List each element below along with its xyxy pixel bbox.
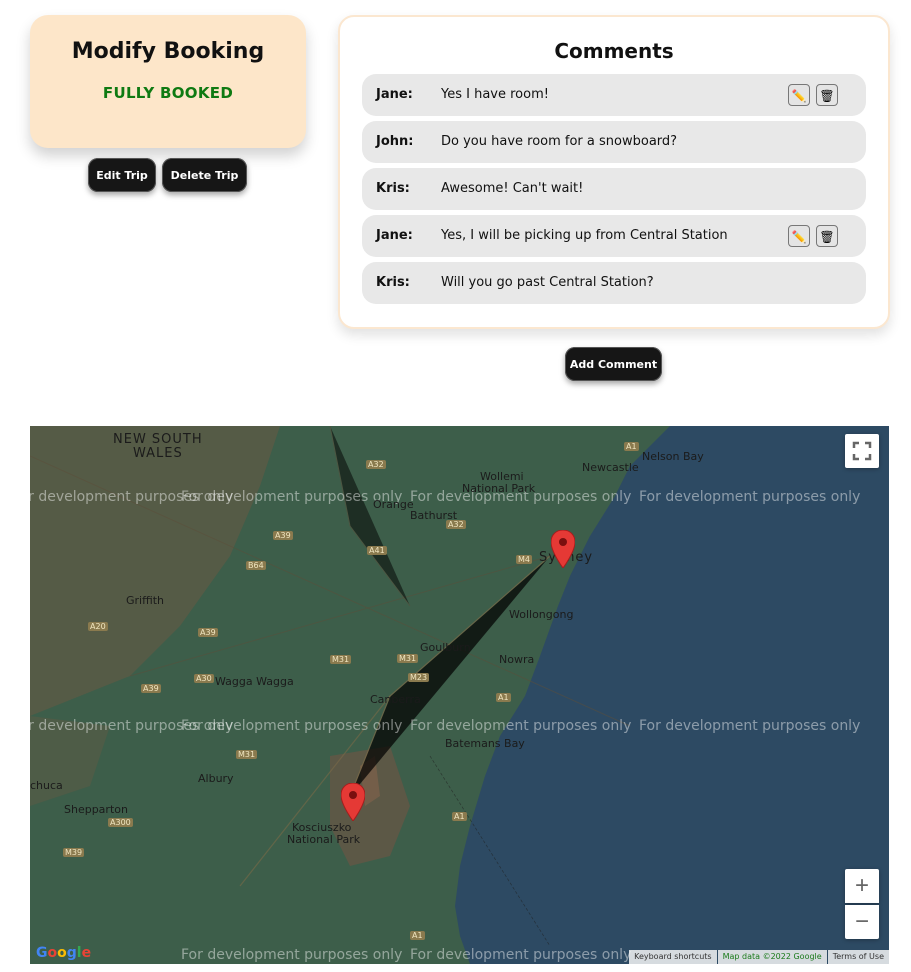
map-label: chuca (30, 779, 63, 792)
fullscreen-icon[interactable] (845, 434, 879, 468)
road-badge: A32 (366, 460, 386, 469)
trash-icon[interactable]: 🗑 (816, 225, 838, 247)
terms-of-use-link[interactable]: Terms of Use (827, 950, 889, 964)
keyboard-shortcuts-link[interactable]: Keyboard shortcuts (629, 950, 717, 964)
booking-title: Modify Booking (71, 39, 265, 64)
comment-text: Yes, I will be picking up from Central S… (441, 228, 728, 243)
map-label: Wollongong (509, 608, 574, 621)
road-badge: A39 (198, 628, 218, 637)
map-data-attribution: Map data ©2022 Google (717, 950, 827, 964)
comment-item: Jane: Yes I have room! ✏️ 🗑 (362, 74, 866, 116)
booking-card: Modify Booking FULLY BOOKED (30, 15, 306, 148)
add-comment-button[interactable]: Add Comment (565, 347, 662, 381)
comment-author: Kris: (376, 275, 410, 290)
comment-author: Jane: (376, 228, 413, 243)
road-badge: A41 (367, 546, 387, 555)
map-watermark: For development purposes only (181, 947, 403, 963)
trash-icon[interactable]: 🗑 (816, 84, 838, 106)
map-label: Nelson Bay (642, 450, 704, 463)
map-watermark: For development purposes only (410, 947, 632, 963)
comment-text: Yes I have room! (441, 87, 549, 102)
kosciuszko-marker-icon[interactable] (341, 783, 365, 821)
delete-trip-button[interactable]: Delete Trip (162, 158, 247, 192)
road-badge: M39 (63, 848, 85, 857)
comments-card: Comments Jane: Yes I have room! ✏️ 🗑 Joh… (338, 15, 890, 329)
road-badge: A1 (410, 931, 425, 940)
booking-status: FULLY BOOKED (102, 84, 234, 102)
map-label: Orange (373, 498, 414, 511)
map-label: Canberra (370, 693, 421, 706)
comment-text: Do you have room for a snowboard? (441, 134, 678, 149)
comment-item: Jane: Yes, I will be picking up from Cen… (362, 215, 866, 257)
road-badge: A32 (446, 520, 466, 529)
road-badge: A20 (88, 622, 108, 631)
map-label: Griffith (126, 594, 165, 607)
road-badge: A1 (452, 812, 467, 821)
map-label: Albury (198, 772, 234, 785)
sydney-marker-icon[interactable] (551, 530, 575, 568)
comment-list: Jane: Yes I have room! ✏️ 🗑 John: Do you… (362, 74, 866, 309)
comment-author: Jane: (376, 87, 413, 102)
road-badge: M31 (236, 750, 258, 759)
road-badge: A39 (141, 684, 161, 693)
map-label: National Park (287, 833, 361, 846)
comment-text: Will you go past Central Station? (441, 275, 654, 290)
map-watermark: For development purposes only (181, 489, 403, 505)
road-badge: A300 (108, 818, 133, 827)
road-badge: A1 (624, 442, 639, 451)
pencil-icon[interactable]: ✏️ (788, 84, 810, 106)
road-badge: M31 (397, 654, 419, 663)
comment-item: Kris: Will you go past Central Station? (362, 262, 866, 304)
map[interactable]: For development purposes only For develo… (30, 426, 889, 964)
zoom-in-button[interactable]: + (845, 869, 879, 903)
comment-author: John: (376, 134, 414, 149)
road-badge: M4 (516, 555, 532, 564)
edit-trip-button[interactable]: Edit Trip (88, 158, 156, 192)
map-watermark: For development purposes only (639, 489, 861, 505)
map-watermark: For development purposes only (410, 718, 632, 734)
map-label: Goulburn (420, 641, 471, 654)
map-label: Batemans Bay (445, 737, 525, 750)
pencil-icon[interactable]: ✏️ (788, 225, 810, 247)
map-label: WALES (133, 446, 183, 461)
comments-title: Comments (554, 39, 674, 63)
comment-author: Kris: (376, 181, 410, 196)
comment-item: Kris: Awesome! Can't wait! (362, 168, 866, 210)
map-label: Shepparton (64, 803, 128, 816)
map-label: Newcastle (582, 461, 639, 474)
zoom-out-button[interactable]: − (845, 905, 879, 939)
road-badge: B64 (246, 561, 266, 570)
map-watermark: For development purposes only (181, 718, 403, 734)
map-terrain (30, 426, 889, 964)
road-badge: M31 (330, 655, 352, 664)
road-badge: A39 (273, 531, 293, 540)
map-label: Nowra (499, 653, 535, 666)
comment-text: Awesome! Can't wait! (441, 181, 584, 196)
road-badge: M23 (408, 673, 430, 682)
map-label: Wagga Wagga (215, 675, 294, 688)
google-logo: Google (36, 945, 92, 961)
comment-item: John: Do you have room for a snowboard? (362, 121, 866, 163)
map-label: NEW SOUTH (113, 432, 203, 447)
map-footer: Keyboard shortcuts Map data ©2022 Google… (628, 950, 889, 964)
road-badge: A30 (194, 674, 214, 683)
road-badge: A1 (496, 693, 511, 702)
map-watermark: For development purposes only (639, 718, 861, 734)
map-label: National Park (462, 482, 536, 495)
